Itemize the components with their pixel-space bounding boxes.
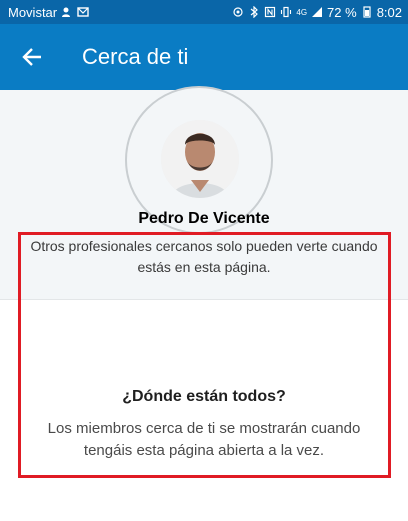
back-button[interactable] — [8, 33, 56, 81]
contact-icon — [62, 7, 71, 17]
page-title: Cerca de ti — [82, 44, 189, 69]
app-bar: Cerca de ti — [0, 24, 408, 90]
clock: 8:02 — [376, 4, 402, 20]
signal-icon — [312, 7, 323, 17]
network-type: 4G — [296, 7, 308, 17]
carrier-label: Movistar — [8, 4, 58, 20]
empty-state-title: ¿Dónde están todos? — [122, 388, 286, 405]
profile-name: Pedro De Vicente — [138, 210, 270, 227]
arrow-left-icon — [22, 48, 41, 66]
bluetooth-icon — [250, 6, 259, 18]
vibrate-icon — [281, 6, 292, 18]
mail-icon — [77, 7, 89, 17]
avatar[interactable] — [161, 120, 239, 198]
nfc-icon — [265, 6, 276, 18]
status-bar: Movistar 4G 72 % 8:02 — [0, 0, 408, 24]
empty-state-body: Los miembros cerca de ti se mostrarán cu… — [47, 420, 361, 459]
battery-icon — [363, 6, 371, 18]
hotspot-icon — [233, 7, 243, 17]
status-bar-right: 4G 72 % 8:02 — [232, 5, 402, 20]
battery-percent: 72 % — [327, 4, 357, 20]
visibility-description: Otros profesionales cercanos solo pueden… — [30, 238, 378, 275]
status-bar-left: Movistar — [8, 5, 89, 20]
profile-photo — [161, 120, 239, 198]
